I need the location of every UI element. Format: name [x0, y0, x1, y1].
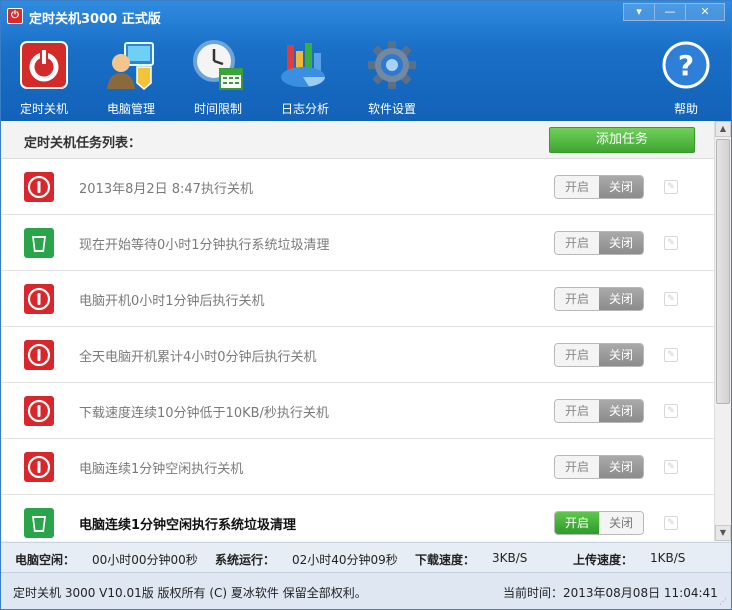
toggle-on-option[interactable]: 开启: [555, 400, 599, 422]
resize-grip-icon[interactable]: ⋰: [719, 597, 729, 607]
toggle-off-option[interactable]: 关闭: [599, 288, 643, 310]
task-toggle[interactable]: 开启 关闭: [554, 511, 644, 535]
shutdown-icon: [24, 452, 54, 482]
task-row[interactable]: 电脑连续1分钟空闲执行关机 开启 关闭 ✎: [2, 439, 714, 495]
toolbar-computer-manage-label: 电脑管理: [106, 102, 155, 116]
close-button[interactable]: ✕: [685, 3, 725, 21]
task-description: 2013年8月2日 8:47执行关机: [79, 182, 253, 197]
task-toggle[interactable]: 开启 关闭: [554, 287, 644, 311]
footer-bar: 定时关机 3000 V10.01版 版权所有 (C) 夏冰软件 保留全部权利。 …: [1, 572, 731, 609]
svg-text:?: ?: [678, 49, 694, 82]
task-description: 全天电脑开机累计4小时0分钟后执行关机: [79, 350, 317, 365]
minimize-button[interactable]: —: [654, 3, 686, 21]
edit-task-icon[interactable]: ✎: [664, 404, 678, 418]
task-row[interactable]: 2013年8月2日 8:47执行关机 开启 关闭 ✎: [2, 159, 714, 215]
toggle-on-option[interactable]: 开启: [555, 512, 599, 534]
trash-cleanup-icon: [24, 228, 54, 258]
current-time: 当前时间：2013年08月08日 11:04:41: [503, 586, 718, 600]
task-toggle[interactable]: 开启 关闭: [554, 343, 644, 367]
app-window: ⏻ 定时关机3000 正式版 ▾ — ✕ 定时关机 电脑管理 时间限制 日志分析…: [0, 0, 732, 610]
toolbar-computer-manage-button[interactable]: 电脑管理: [96, 39, 166, 117]
toolbar-shutdown-button[interactable]: 定时关机: [9, 39, 79, 117]
task-list-header: 定时关机任务列表： 添加任务: [2, 121, 714, 159]
task-description: 电脑连续1分钟空闲执行系统垃圾清理: [79, 518, 297, 533]
toolbar-log-analysis-label: 日志分析: [280, 102, 329, 116]
trash-cleanup-icon: [24, 508, 54, 538]
task-toggle[interactable]: 开启 关闭: [554, 175, 644, 199]
toggle-on-option[interactable]: 开启: [555, 232, 599, 254]
add-task-button[interactable]: 添加任务: [549, 127, 695, 153]
edit-task-icon[interactable]: ✎: [664, 236, 678, 250]
task-rows: 2013年8月2日 8:47执行关机 开启 关闭 ✎ 现在开始等待0小时1分钟执行系统垃…: [2, 159, 714, 541]
scrollbar-thumb[interactable]: [716, 139, 730, 404]
task-row[interactable]: 电脑开机0小时1分钟后执行关机 开启 关闭 ✎: [2, 271, 714, 327]
task-row[interactable]: 全天电脑开机累计4小时0分钟后执行关机 开启 关闭 ✎: [2, 327, 714, 383]
task-list-scrollbar[interactable]: ▲ ▼: [714, 121, 731, 541]
task-row[interactable]: 下载速度连续10分钟低于10KB/秒执行关机 开启 关闭 ✎: [2, 383, 714, 439]
upload-speed-value: 1KB/S: [650, 551, 686, 565]
toggle-off-option[interactable]: 关闭: [599, 344, 643, 366]
help-icon: ?: [662, 41, 710, 89]
shutdown-icon: [24, 396, 54, 426]
toolbar-log-analysis-button[interactable]: 日志分析: [270, 39, 340, 117]
computer-user-icon: [107, 42, 154, 90]
upload-speed-label: 上传速度：: [573, 553, 634, 567]
status-bar: 电脑空闲： 00小时00分钟00秒 系统运行： 02小时40分钟09秒 下载速度…: [1, 542, 731, 572]
toggle-off-option[interactable]: 关闭: [599, 400, 643, 422]
toolbar-time-limit-label: 时间限制: [193, 102, 242, 116]
task-description: 现在开始等待0小时1分钟执行系统垃圾清理: [79, 238, 330, 253]
power-icon: [20, 41, 68, 89]
edit-task-icon[interactable]: ✎: [664, 516, 678, 530]
toggle-on-option[interactable]: 开启: [555, 288, 599, 310]
run-time-value: 02小时40分钟09秒: [292, 553, 398, 567]
menu-dropdown-button[interactable]: ▾: [623, 3, 655, 21]
download-speed-label: 下载速度：: [415, 553, 476, 567]
gear-icon: [368, 41, 416, 89]
task-row[interactable]: 现在开始等待0小时1分钟执行系统垃圾清理 开启 关闭 ✎: [2, 215, 714, 271]
task-list-title: 定时关机任务列表：: [24, 136, 142, 151]
edit-task-icon[interactable]: ✎: [664, 348, 678, 362]
toolbar-settings-label: 软件设置: [367, 102, 416, 116]
shutdown-icon: [24, 340, 54, 370]
download-speed-value: 3KB/S: [492, 551, 528, 565]
scroll-up-arrow-icon[interactable]: ▲: [715, 121, 731, 137]
idle-time-value: 00小时00分钟00秒: [92, 553, 198, 567]
shutdown-icon: [24, 284, 54, 314]
chart-icon: [281, 43, 325, 87]
header-toolbar: ⏻ 定时关机3000 正式版 ▾ — ✕ 定时关机 电脑管理 时间限制 日志分析…: [1, 1, 731, 121]
toggle-off-option[interactable]: 关闭: [599, 176, 643, 198]
toggle-off-option[interactable]: 关闭: [599, 512, 643, 534]
toolbar-help-button[interactable]: ? 帮助: [651, 39, 721, 117]
task-description: 下载速度连续10分钟低于10KB/秒执行关机: [79, 406, 329, 421]
edit-task-icon[interactable]: ✎: [664, 460, 678, 474]
toolbar-settings-button[interactable]: 软件设置: [357, 39, 427, 117]
shutdown-icon: [24, 172, 54, 202]
idle-time-label: 电脑空闲：: [15, 553, 76, 567]
toggle-off-option[interactable]: 关闭: [599, 232, 643, 254]
window-title: 定时关机3000 正式版: [29, 12, 161, 27]
scroll-down-arrow-icon[interactable]: ▼: [715, 525, 731, 541]
toggle-on-option[interactable]: 开启: [555, 176, 599, 198]
task-list-panel: 定时关机任务列表： 添加任务 2013年8月2日 8:47执行关机 开启 关闭 ✎ 现在…: [2, 121, 714, 541]
task-toggle[interactable]: 开启 关闭: [554, 455, 644, 479]
task-toggle[interactable]: 开启 关闭: [554, 231, 644, 255]
edit-task-icon[interactable]: ✎: [664, 180, 678, 194]
task-row[interactable]: 电脑连续1分钟空闲执行系统垃圾清理 开启 关闭 ✎: [2, 495, 714, 541]
copyright-text: 定时关机 3000 V10.01版 版权所有 (C) 夏冰软件 保留全部权利。: [13, 586, 367, 600]
toggle-on-option[interactable]: 开启: [555, 344, 599, 366]
toggle-on-option[interactable]: 开启: [555, 456, 599, 478]
toolbar-shutdown-label: 定时关机: [19, 102, 68, 116]
toolbar-help-label: 帮助: [673, 102, 698, 116]
toggle-off-option[interactable]: 关闭: [599, 456, 643, 478]
edit-task-icon[interactable]: ✎: [664, 292, 678, 306]
task-description: 电脑连续1分钟空闲执行关机: [79, 462, 244, 477]
run-time-label: 系统运行：: [215, 553, 276, 567]
task-description: 电脑开机0小时1分钟后执行关机: [79, 294, 265, 309]
window-controls: ▾ — ✕: [623, 3, 725, 21]
app-logo-icon: ⏻: [7, 8, 23, 24]
clock-calendar-icon: [193, 40, 243, 90]
toolbar-time-limit-button[interactable]: 时间限制: [183, 39, 253, 117]
task-toggle[interactable]: 开启 关闭: [554, 399, 644, 423]
